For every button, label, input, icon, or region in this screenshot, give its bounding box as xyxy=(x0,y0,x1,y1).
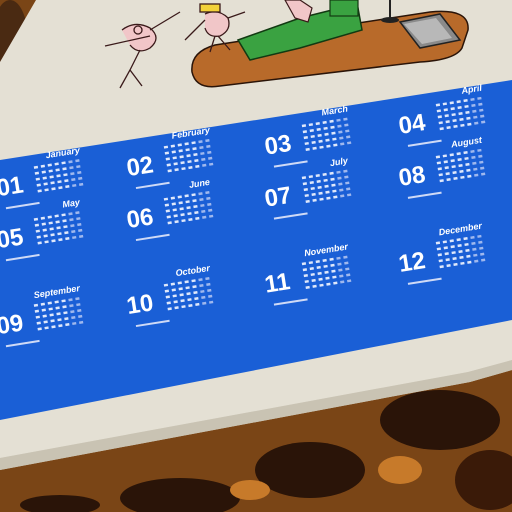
leopard-spot xyxy=(230,480,270,500)
month-number: 08 xyxy=(397,161,428,192)
leopard-spot xyxy=(380,390,500,450)
month-number: 01 xyxy=(0,171,25,202)
month-number: 06 xyxy=(125,203,156,234)
lamp-base xyxy=(381,17,399,23)
month-number: 10 xyxy=(125,289,156,320)
month-number: 12 xyxy=(397,247,428,278)
leopard-spot xyxy=(378,456,422,484)
month-number: 04 xyxy=(397,109,428,140)
month-number: 03 xyxy=(263,130,294,161)
leopard-spot xyxy=(255,442,365,498)
month-number: 05 xyxy=(0,223,25,254)
month-number: 11 xyxy=(263,268,292,299)
photo-scene: 01January 02February 03March 04April05May 06… xyxy=(0,0,512,512)
month-number: 02 xyxy=(125,151,156,182)
month-number: 07 xyxy=(263,182,294,213)
sofa-back xyxy=(329,0,359,17)
month-number: 09 xyxy=(0,309,25,340)
